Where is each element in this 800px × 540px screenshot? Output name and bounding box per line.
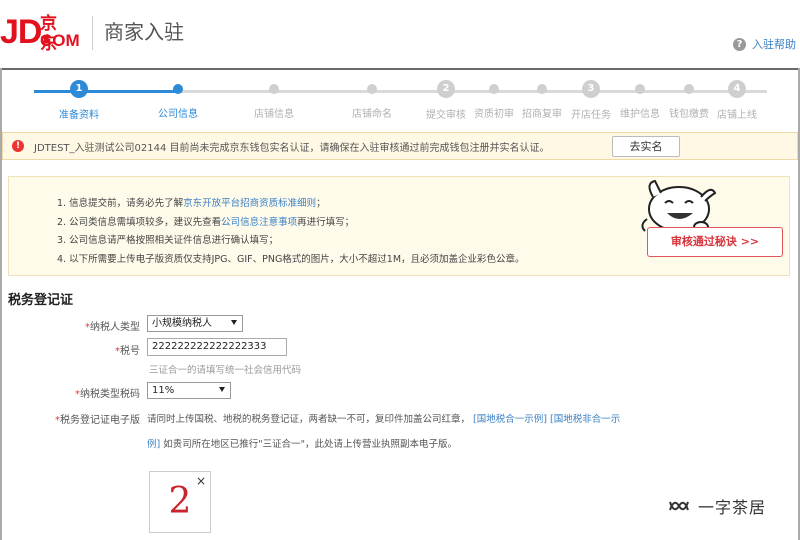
progress-step: 4 店铺上线 bbox=[697, 80, 777, 121]
tax-number-label: *税号 bbox=[115, 346, 140, 357]
question-circle-icon: ? bbox=[733, 37, 746, 51]
help-link-label: 入驻帮助 bbox=[752, 38, 796, 51]
taxpayer-type-label: *纳税人类型 bbox=[85, 322, 140, 333]
notice-item: 3. 公司信息请严格按照相关证件信息进行确认填写； bbox=[57, 235, 279, 246]
step-label: 店铺命名 bbox=[352, 109, 392, 120]
step-marker bbox=[537, 84, 547, 94]
separate-tax-example-link-cont[interactable]: 例] bbox=[147, 439, 160, 450]
tax-cert-description-2: 例] 如贵司所在地区已推行"三证合一"，此处请上传营业执照副本电子版。 bbox=[147, 436, 457, 450]
step-marker bbox=[489, 84, 499, 94]
uploaded-image-thumbnail[interactable]: 2 × bbox=[149, 471, 211, 533]
progress-step: 店铺命名 bbox=[332, 80, 412, 120]
step-marker: 2 bbox=[437, 80, 455, 98]
step-label: 店铺上线 bbox=[717, 110, 757, 121]
combined-tax-example-link[interactable]: [国地税合一示例] bbox=[473, 414, 547, 425]
standards-link[interactable]: 京东开放平台招商资质标准细则 bbox=[183, 198, 316, 209]
link-text: 例 bbox=[147, 439, 157, 450]
close-icon[interactable]: × bbox=[196, 474, 206, 488]
step-marker bbox=[367, 84, 377, 94]
caret-down-icon bbox=[231, 320, 237, 325]
approval-tips-button[interactable]: 审核通过秘诀 >> bbox=[647, 227, 783, 257]
step-marker: 1 bbox=[70, 80, 88, 98]
tax-number-hint: 三证合一的请填写统一社会信用代码 bbox=[149, 365, 302, 376]
tax-cert-label: *税务登记证电子版 bbox=[55, 415, 140, 426]
watermark-text: 一字茶居 bbox=[698, 498, 767, 517]
alert-icon: ! bbox=[12, 140, 24, 152]
notice-text: ； bbox=[316, 198, 326, 209]
caret-down-icon bbox=[219, 387, 225, 392]
select-value: 小规模纳税人 bbox=[152, 318, 212, 329]
tax-rate-label: *纳税类型税码 bbox=[75, 389, 140, 400]
watermark: 一字茶居 bbox=[668, 494, 766, 518]
step-marker bbox=[684, 84, 694, 94]
warning-text: JDTEST_入驻测试公司02144 目前尚未完成京东钱包实名认证，请确保在入驻… bbox=[34, 142, 550, 154]
wechat-channel-icon bbox=[669, 501, 689, 511]
site-header: JD. 京东 COM 商家入驻 ? 入驻帮助 bbox=[0, 0, 800, 66]
page-title: 商家入驻 bbox=[104, 20, 184, 44]
step-label: 公司信息 bbox=[158, 109, 198, 120]
notice-text: 2. 公司类信息需填项较多，建议先查看 bbox=[57, 216, 222, 228]
notice-text: 再进行填写； bbox=[297, 216, 355, 228]
step-marker bbox=[173, 84, 183, 94]
wallet-warning-bar: ! JDTEST_入驻测试公司02144 目前尚未完成京东钱包实名认证，请确保在… bbox=[2, 132, 798, 160]
label-text: 纳税人类型 bbox=[90, 322, 140, 333]
progress-step: 1 准备资料 bbox=[39, 80, 119, 121]
separate-tax-example-link[interactable]: [国地税非合一示 bbox=[550, 414, 620, 425]
tax-cert-description: 请同时上传国税、地税的税务登记证，两者缺一不可，复印件加盖公司红章， [国地税合… bbox=[147, 411, 620, 425]
link-text: 国地税非合一示 bbox=[553, 414, 621, 425]
section-title: 税务登记证 bbox=[8, 293, 74, 308]
step-marker: 4 bbox=[728, 80, 746, 98]
tax-number-input[interactable]: 222222222222222333 bbox=[147, 338, 287, 356]
notice-list: 1. 信息提交前，请务必先了解京东开放平台招商资质标准细则； 2. 公司类信息需… bbox=[57, 195, 525, 269]
logo-divider bbox=[92, 16, 93, 50]
notice-text: 1. 信息提交前，请务必先了解 bbox=[57, 198, 184, 209]
step-label: 准备资料 bbox=[59, 110, 99, 121]
step-marker bbox=[269, 84, 279, 94]
label-text: 税号 bbox=[120, 346, 140, 357]
step-label: 店铺信息 bbox=[254, 109, 294, 120]
progress-steps: 1 准备资料 公司信息 店铺信息 店铺命名 2 提交审核 资质初审 招商复审 3 开店任务 维护信息钱… bbox=[0, 70, 800, 128]
help-link[interactable]: ? 入驻帮助 bbox=[733, 36, 796, 52]
progress-step: 店铺信息 bbox=[234, 80, 314, 120]
label-text: 纳税类型税码 bbox=[80, 389, 140, 400]
link-text: 国地税合一示例 bbox=[476, 414, 544, 425]
notice-item: 1. 信息提交前，请务必先了解京东开放平台招商资质标准细则； bbox=[57, 195, 525, 214]
company-info-notes-link[interactable]: 公司信息注意事项 bbox=[221, 217, 297, 228]
notice-box: 1. 信息提交前，请务必先了解京东开放平台招商资质标准细则； 2. 公司类信息需… bbox=[8, 176, 790, 276]
progress-step: 公司信息 bbox=[138, 80, 218, 120]
jd-logo[interactable]: JD. 京东 COM bbox=[0, 14, 80, 54]
desc-text: 如贵司所在地区已推行"三证合一"，此处请上传营业执照副本电子版。 bbox=[163, 439, 458, 450]
label-text: 税务登记证电子版 bbox=[60, 415, 140, 426]
verify-realname-button[interactable]: 去实名 bbox=[612, 136, 680, 157]
step-marker bbox=[635, 84, 645, 94]
desc-text: 请同时上传国税、地税的税务登记证，两者缺一不可，复印件加盖公司红章， bbox=[147, 414, 471, 425]
select-value: 11% bbox=[152, 385, 175, 396]
tax-rate-select[interactable]: 11% bbox=[147, 382, 231, 399]
notice-item: 2. 公司类信息需填项较多，建议先查看公司信息注意事项再进行填写； bbox=[57, 214, 525, 233]
notice-item: 4. 以下所需要上传电子版资质仅支持JPG、GIF、PNG格式的图片，大小不超过… bbox=[57, 253, 525, 265]
logo-com-text: COM bbox=[40, 31, 80, 50]
taxpayer-type-select[interactable]: 小规模纳税人 bbox=[147, 315, 243, 332]
step-marker: 3 bbox=[582, 80, 600, 98]
